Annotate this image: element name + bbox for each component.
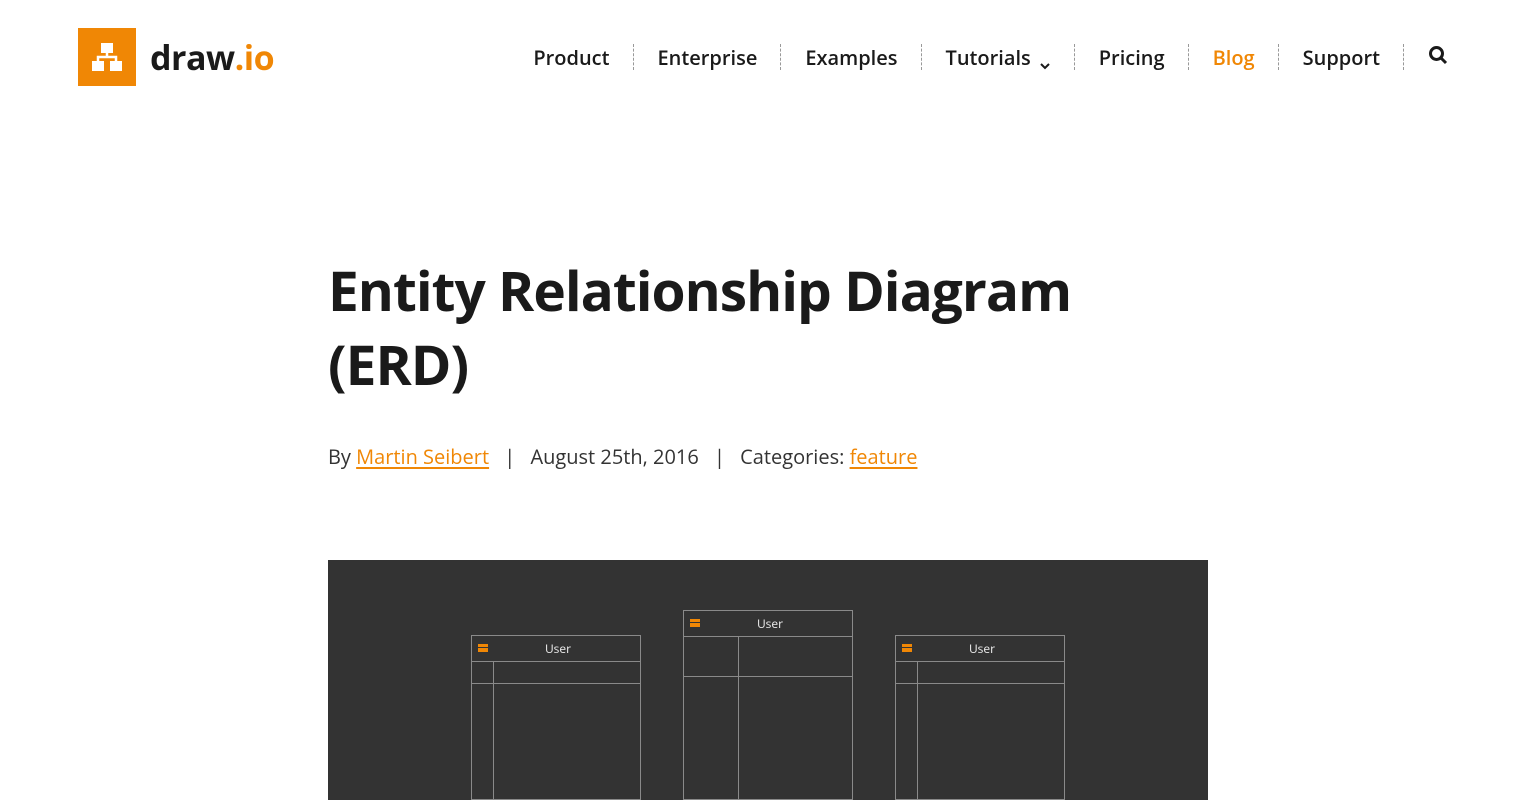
nav-label: Pricing <box>1099 44 1165 71</box>
nav-support[interactable]: Support <box>1279 42 1404 73</box>
nav-product[interactable]: Product <box>509 42 633 73</box>
article: Entity Relationship Diagram (ERD) By Mar… <box>318 254 1218 800</box>
erd-table-title: User <box>482 640 634 657</box>
brand-name-first: draw <box>150 34 235 80</box>
article-title: Entity Relationship Diagram (ERD) <box>328 254 1208 403</box>
brand-name-dot: . <box>235 34 244 80</box>
search-icon <box>1428 44 1448 71</box>
chevron-down-icon <box>1039 51 1051 63</box>
brand-logo-icon <box>78 28 136 86</box>
nav-search[interactable] <box>1404 42 1458 73</box>
nav-pricing[interactable]: Pricing <box>1075 42 1189 73</box>
meta-categories-prefix: Categories: <box>740 443 849 470</box>
nav-examples[interactable]: Examples <box>781 42 921 73</box>
author-link[interactable]: Martin Seibert <box>356 443 489 470</box>
meta-date: August 25th, 2016 <box>530 443 698 470</box>
nav-label: Product <box>533 44 609 71</box>
nav-enterprise[interactable]: Enterprise <box>634 42 782 73</box>
erd-table-title: User <box>906 640 1058 657</box>
category-link[interactable]: feature <box>850 443 918 470</box>
erd-diagram-image: User User User <box>328 560 1208 800</box>
erd-table: User <box>895 635 1065 800</box>
nav-label: Examples <box>805 44 897 71</box>
nav-blog[interactable]: Blog <box>1189 42 1279 73</box>
table-icon <box>902 644 912 652</box>
erd-table: User <box>683 610 853 800</box>
brand-name-last: io <box>244 34 274 80</box>
nav-label: Tutorials <box>946 44 1031 71</box>
brand[interactable]: draw.io <box>78 28 274 86</box>
table-icon <box>690 619 700 627</box>
meta-separator: | <box>714 443 725 470</box>
site-header: draw.io Product Enterprise Examples Tuto… <box>58 0 1478 114</box>
nav-tutorials[interactable]: Tutorials <box>922 42 1075 73</box>
erd-table-title: User <box>694 615 846 632</box>
nav-label: Support <box>1303 44 1380 71</box>
meta-by-prefix: By <box>328 443 356 470</box>
primary-nav: Product Enterprise Examples Tutorials Pr… <box>509 42 1458 73</box>
erd-table: User <box>471 635 641 800</box>
article-meta: By Martin Seibert | August 25th, 2016 | … <box>328 443 1208 470</box>
nav-label: Enterprise <box>658 44 758 71</box>
nav-label: Blog <box>1213 44 1255 71</box>
table-icon <box>478 644 488 652</box>
brand-text: draw.io <box>150 34 274 80</box>
meta-separator: | <box>504 443 515 470</box>
